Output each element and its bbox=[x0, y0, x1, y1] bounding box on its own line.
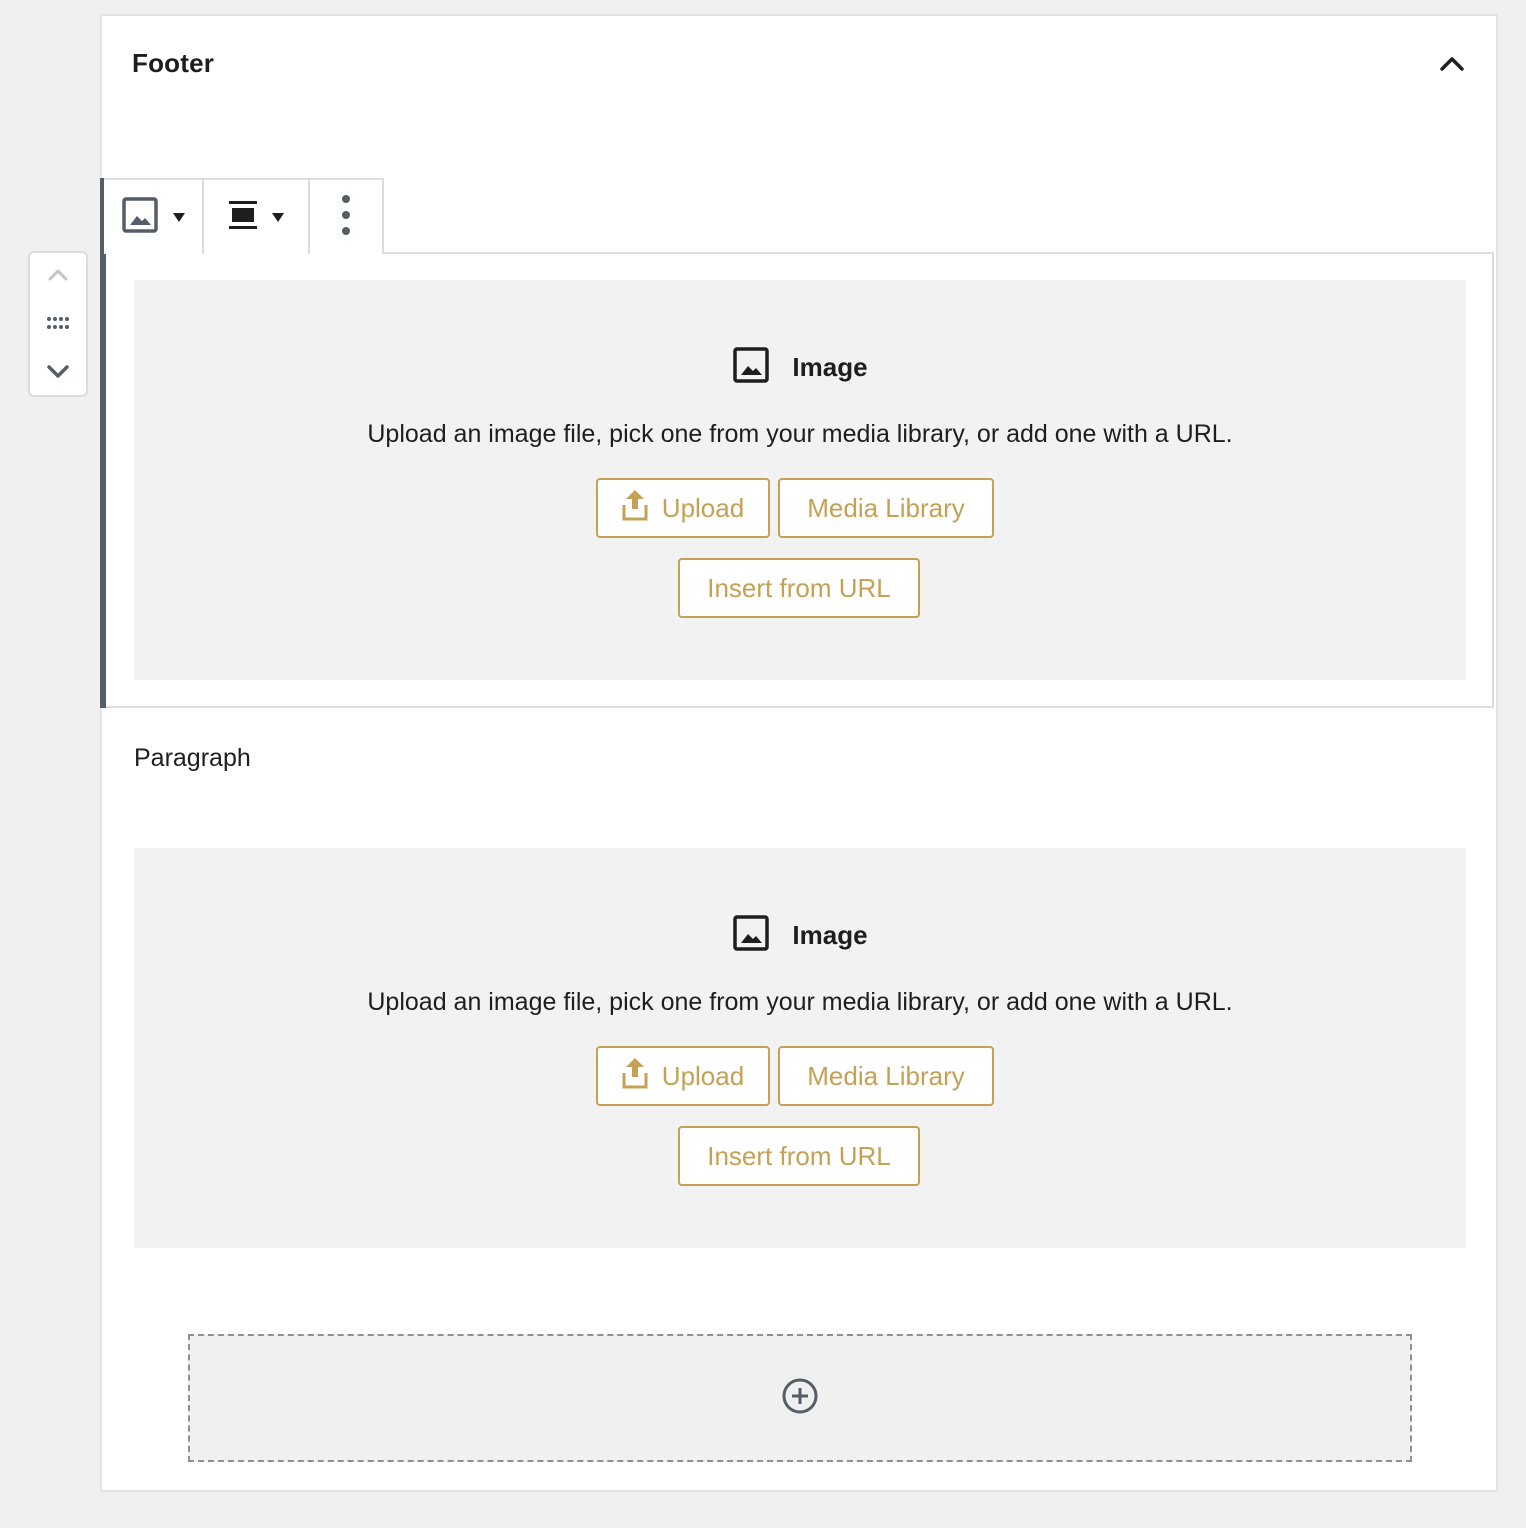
insert-from-url-button[interactable]: Insert from URL bbox=[678, 558, 920, 618]
upload-button[interactable]: Upload bbox=[596, 478, 770, 538]
plus-circle-icon bbox=[780, 1376, 820, 1421]
panel-header[interactable]: Footer bbox=[102, 16, 1496, 112]
image-icon bbox=[732, 914, 770, 957]
image-placeholder: Image Upload an image file, pick one fro… bbox=[134, 848, 1466, 1248]
upload-icon bbox=[622, 1057, 648, 1096]
chevron-up-icon[interactable] bbox=[1434, 46, 1470, 82]
caret-down-icon bbox=[173, 212, 185, 222]
more-vertical-icon bbox=[340, 194, 352, 240]
image-icon bbox=[121, 196, 159, 239]
chevron-up-icon bbox=[45, 262, 71, 293]
upload-label: Upload bbox=[661, 1060, 745, 1091]
paragraph-placeholder[interactable]: Paragraph bbox=[134, 744, 251, 773]
selected-block-indicator bbox=[100, 178, 106, 708]
placeholder-instructions: Upload an image file, pick one from your… bbox=[367, 988, 1233, 1016]
more-options-button[interactable] bbox=[310, 180, 382, 254]
image-placeholder: Image Upload an image file, pick one fro… bbox=[134, 280, 1466, 680]
drag-handle[interactable] bbox=[30, 303, 86, 347]
upload-label: Upload bbox=[661, 492, 745, 523]
upload-button[interactable]: Upload bbox=[596, 1046, 770, 1106]
block-mover bbox=[28, 251, 88, 397]
move-up-button[interactable] bbox=[30, 255, 86, 299]
placeholder-label: Image bbox=[134, 914, 1466, 957]
block-appender[interactable] bbox=[188, 1334, 1412, 1462]
block-toolbar bbox=[104, 178, 384, 254]
upload-icon bbox=[622, 489, 648, 528]
drag-handle-icon bbox=[45, 313, 71, 338]
placeholder-instructions: Upload an image file, pick one from your… bbox=[367, 420, 1233, 448]
block-type-switcher[interactable] bbox=[104, 180, 204, 254]
alignment-control[interactable] bbox=[204, 180, 310, 254]
chevron-down-icon bbox=[45, 358, 71, 389]
placeholder-label: Image bbox=[134, 346, 1466, 389]
caret-down-icon bbox=[272, 212, 284, 222]
panel-title: Footer bbox=[132, 48, 215, 78]
placeholder-title: Image bbox=[792, 920, 868, 950]
move-down-button[interactable] bbox=[30, 351, 86, 395]
placeholder-title: Image bbox=[792, 352, 868, 382]
image-icon bbox=[732, 346, 770, 389]
media-library-button[interactable]: Media Library bbox=[778, 478, 994, 538]
media-library-button[interactable]: Media Library bbox=[778, 1046, 994, 1106]
align-center-icon bbox=[228, 199, 258, 236]
insert-from-url-button[interactable]: Insert from URL bbox=[678, 1126, 920, 1186]
